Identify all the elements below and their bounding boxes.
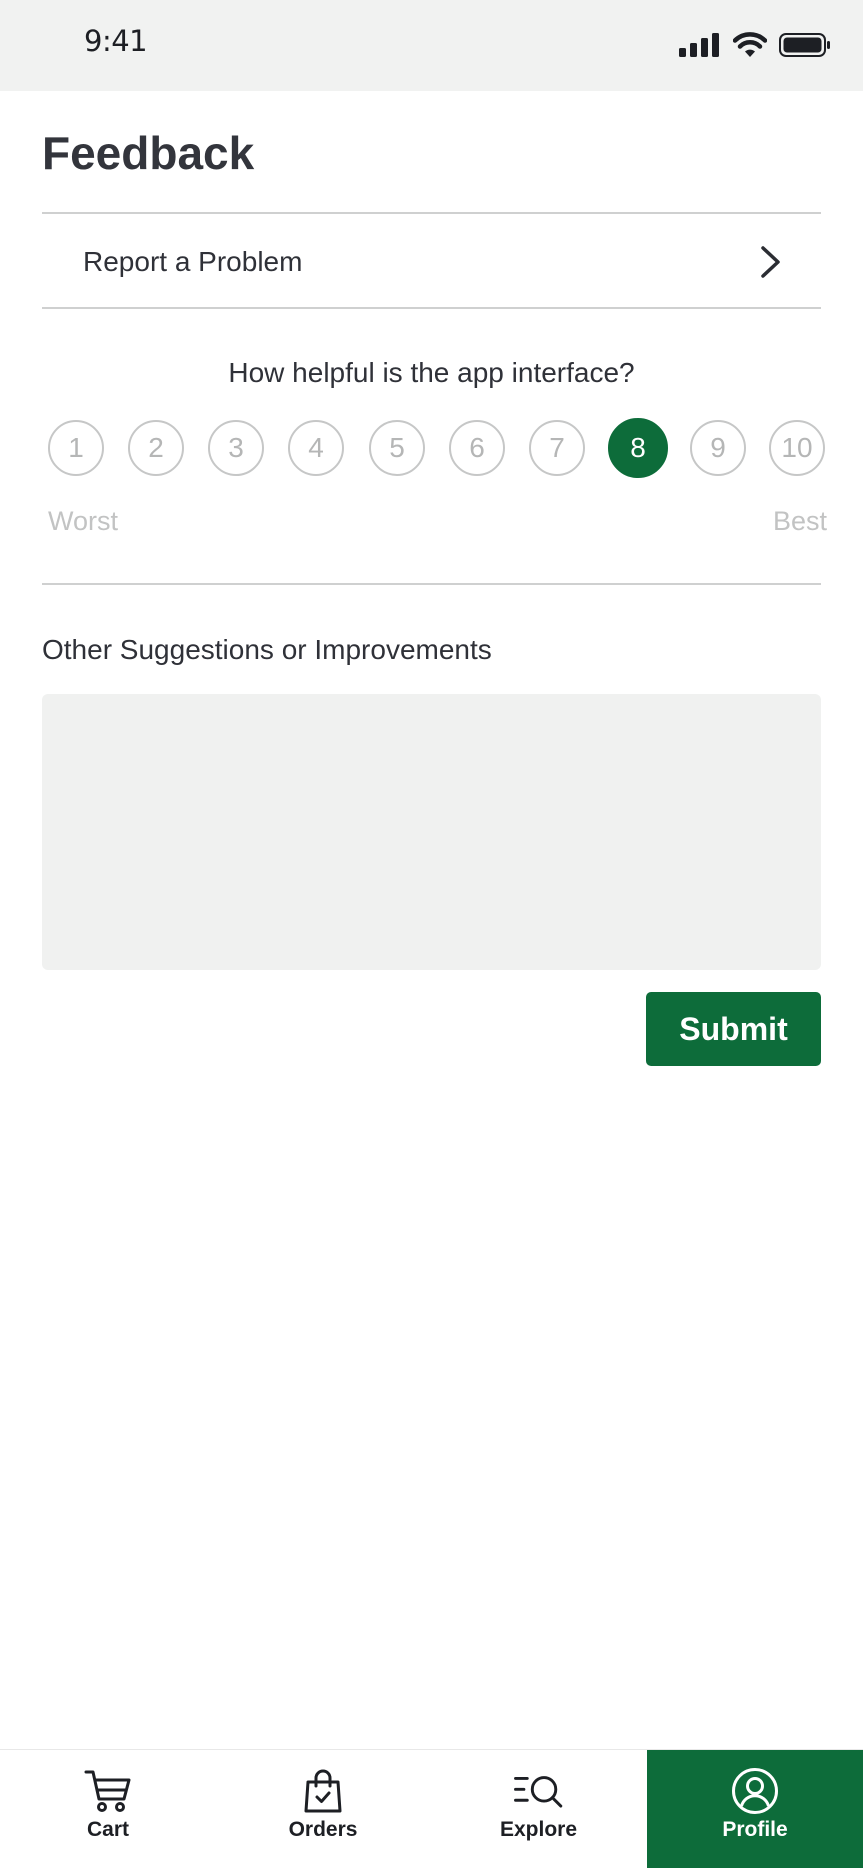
shopping-bag-icon [304,1769,342,1813]
report-problem-row[interactable]: Report a Problem [42,215,821,308]
divider [42,307,821,309]
status-bar: 9:41 [0,0,863,91]
nav-label-explore: Explore [499,1818,578,1841]
rating-option-4[interactable]: 4 [288,420,344,476]
suggestions-label: Other Suggestions or Improvements [42,634,492,665]
rating-min-label: Worst [48,506,119,536]
rating-question: How helpful is the app interface? [228,357,635,388]
nav-item-explore[interactable]: Explore [430,1750,647,1868]
report-problem-label: Report a Problem [83,245,303,277]
submit-button[interactable]: Submit [646,992,821,1066]
status-time: 9:41 [84,24,148,58]
rating-scale: 1 2 3 4 5 6 7 8 9 10 [48,418,828,478]
rating-option-1[interactable]: 1 [48,420,104,476]
cart-icon [84,1770,131,1812]
rating-option-7[interactable]: 7 [529,420,585,476]
status-icons [679,30,831,60]
divider [42,583,821,585]
battery-icon [779,33,830,57]
suggestions-textarea[interactable] [42,694,821,970]
rating-option-9[interactable]: 9 [690,420,746,476]
nav-label-profile: Profile [722,1818,788,1841]
bottom-nav: Cart Orders Explore Profile [0,1749,863,1868]
rating-option-3[interactable]: 3 [208,420,264,476]
nav-label-orders: Orders [288,1818,358,1841]
rating-option-10[interactable]: 10 [769,420,825,476]
rating-option-6[interactable]: 6 [449,420,505,476]
chevron-right-icon [761,246,780,278]
rating-option-2[interactable]: 2 [128,420,184,476]
nav-item-cart[interactable]: Cart [0,1750,216,1868]
explore-search-icon [513,1776,562,1808]
rating-option-5[interactable]: 5 [369,420,425,476]
user-circle-icon [732,1768,778,1814]
page-title: Feedback [42,127,255,179]
nav-label-cart: Cart [86,1818,129,1841]
rating-max-label: Best [772,506,827,536]
divider [42,212,821,214]
wifi-icon [733,32,767,57]
nav-item-profile[interactable]: Profile [647,1750,863,1868]
nav-item-orders[interactable]: Orders [216,1750,430,1868]
rating-option-8[interactable]: 8 [608,418,668,478]
cellular-signal-icon [679,33,719,57]
